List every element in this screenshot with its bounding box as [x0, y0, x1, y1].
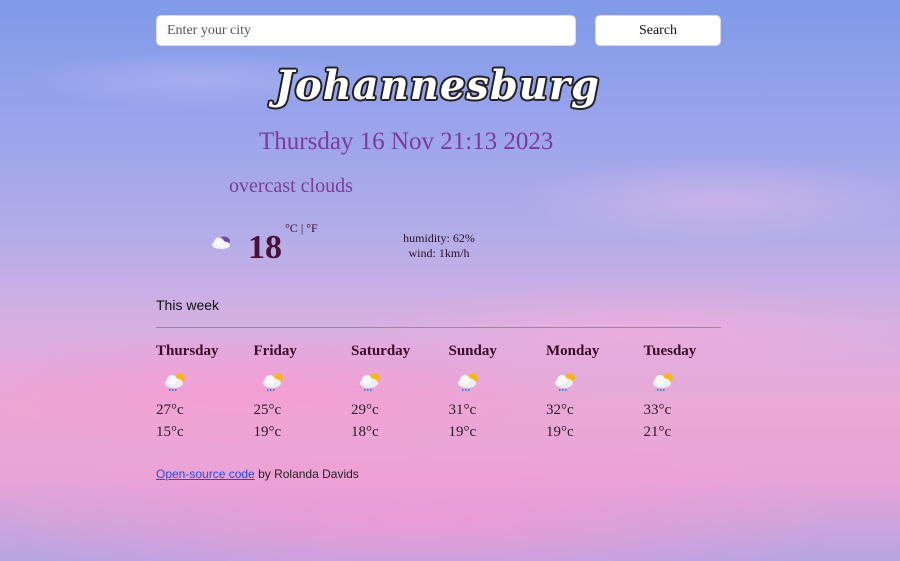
forecast-min-temp: 19°c	[253, 424, 282, 440]
forecast-max-temp: 25°c	[253, 402, 282, 418]
forecast-day: Thursday 27°c 15°c	[156, 343, 254, 441]
forecast-min-temp: 15°c	[156, 424, 184, 440]
forecast-max-temp: 29°c	[351, 402, 379, 418]
rain-sun-cloud-icon	[165, 373, 185, 391]
search-button[interactable]: Search	[595, 15, 721, 46]
current-datetime: Thursday 16 Nov 21:13 2023	[259, 128, 554, 155]
humidity-value: humidity: 62%	[403, 231, 475, 245]
forecast-list: Thursday 27°c 15°c Friday 25°c 19°c Satu…	[156, 343, 741, 441]
unit-toggle: °C | °F	[285, 221, 318, 236]
divider	[156, 327, 721, 328]
footer-credit: by Rolanda Davids	[254, 467, 359, 481]
forecast-max-temp: 27°c	[156, 402, 184, 418]
forecast-day: Monday 32°c 19°c	[546, 343, 644, 441]
celsius-link[interactable]: °C	[285, 221, 298, 235]
city-search-input[interactable]	[156, 15, 576, 46]
weather-details: humidity: 62% wind: 1km/h	[380, 231, 498, 261]
forecast-day-name: Sunday	[448, 343, 497, 359]
forecast-day: Friday 25°c 19°c	[254, 343, 352, 441]
forecast-day-name: Friday	[253, 343, 297, 359]
rain-sun-cloud-icon	[360, 373, 380, 391]
forecast-day-name: Saturday	[351, 343, 411, 359]
footer: Open-source code by Rolanda Davids	[156, 467, 359, 481]
rain-sun-cloud-icon	[457, 373, 478, 391]
forecast-day: Tuesday 33°c 21°c	[644, 343, 742, 441]
forecast-day: Saturday 29°c 18°c	[351, 343, 449, 441]
rain-sun-cloud-icon	[262, 373, 283, 391]
forecast-day-name: Monday	[546, 343, 600, 359]
search-form: Search	[156, 15, 721, 46]
current-temperature: 18	[248, 229, 282, 266]
fahrenheit-link[interactable]: °F	[306, 221, 317, 235]
forecast-min-temp: 19°c	[546, 424, 574, 440]
rain-sun-cloud-icon	[652, 373, 673, 391]
wind-value: wind: 1km/h	[408, 246, 470, 260]
forecast-min-temp: 18°c	[351, 424, 379, 440]
unit-separator: |	[297, 221, 307, 235]
forecast-title: This week	[156, 297, 220, 313]
overcast-clouds-icon	[212, 236, 230, 249]
forecast-day: Sunday 31°c 19°c	[449, 343, 547, 441]
forecast-day-name: Thursday	[156, 343, 219, 359]
weather-description: overcast clouds	[229, 175, 353, 197]
rain-sun-cloud-icon	[555, 373, 575, 391]
forecast-max-temp: 33°c	[643, 402, 672, 418]
open-source-link[interactable]: Open-source code	[156, 467, 255, 481]
forecast-day-name: Tuesday	[643, 343, 697, 359]
forecast-max-temp: 32°c	[546, 402, 574, 418]
forecast-max-temp: 31°c	[448, 402, 477, 418]
forecast-min-temp: 19°c	[448, 424, 477, 440]
forecast-min-temp: 21°c	[643, 424, 672, 440]
city-name: Johannesburg	[275, 62, 600, 109]
